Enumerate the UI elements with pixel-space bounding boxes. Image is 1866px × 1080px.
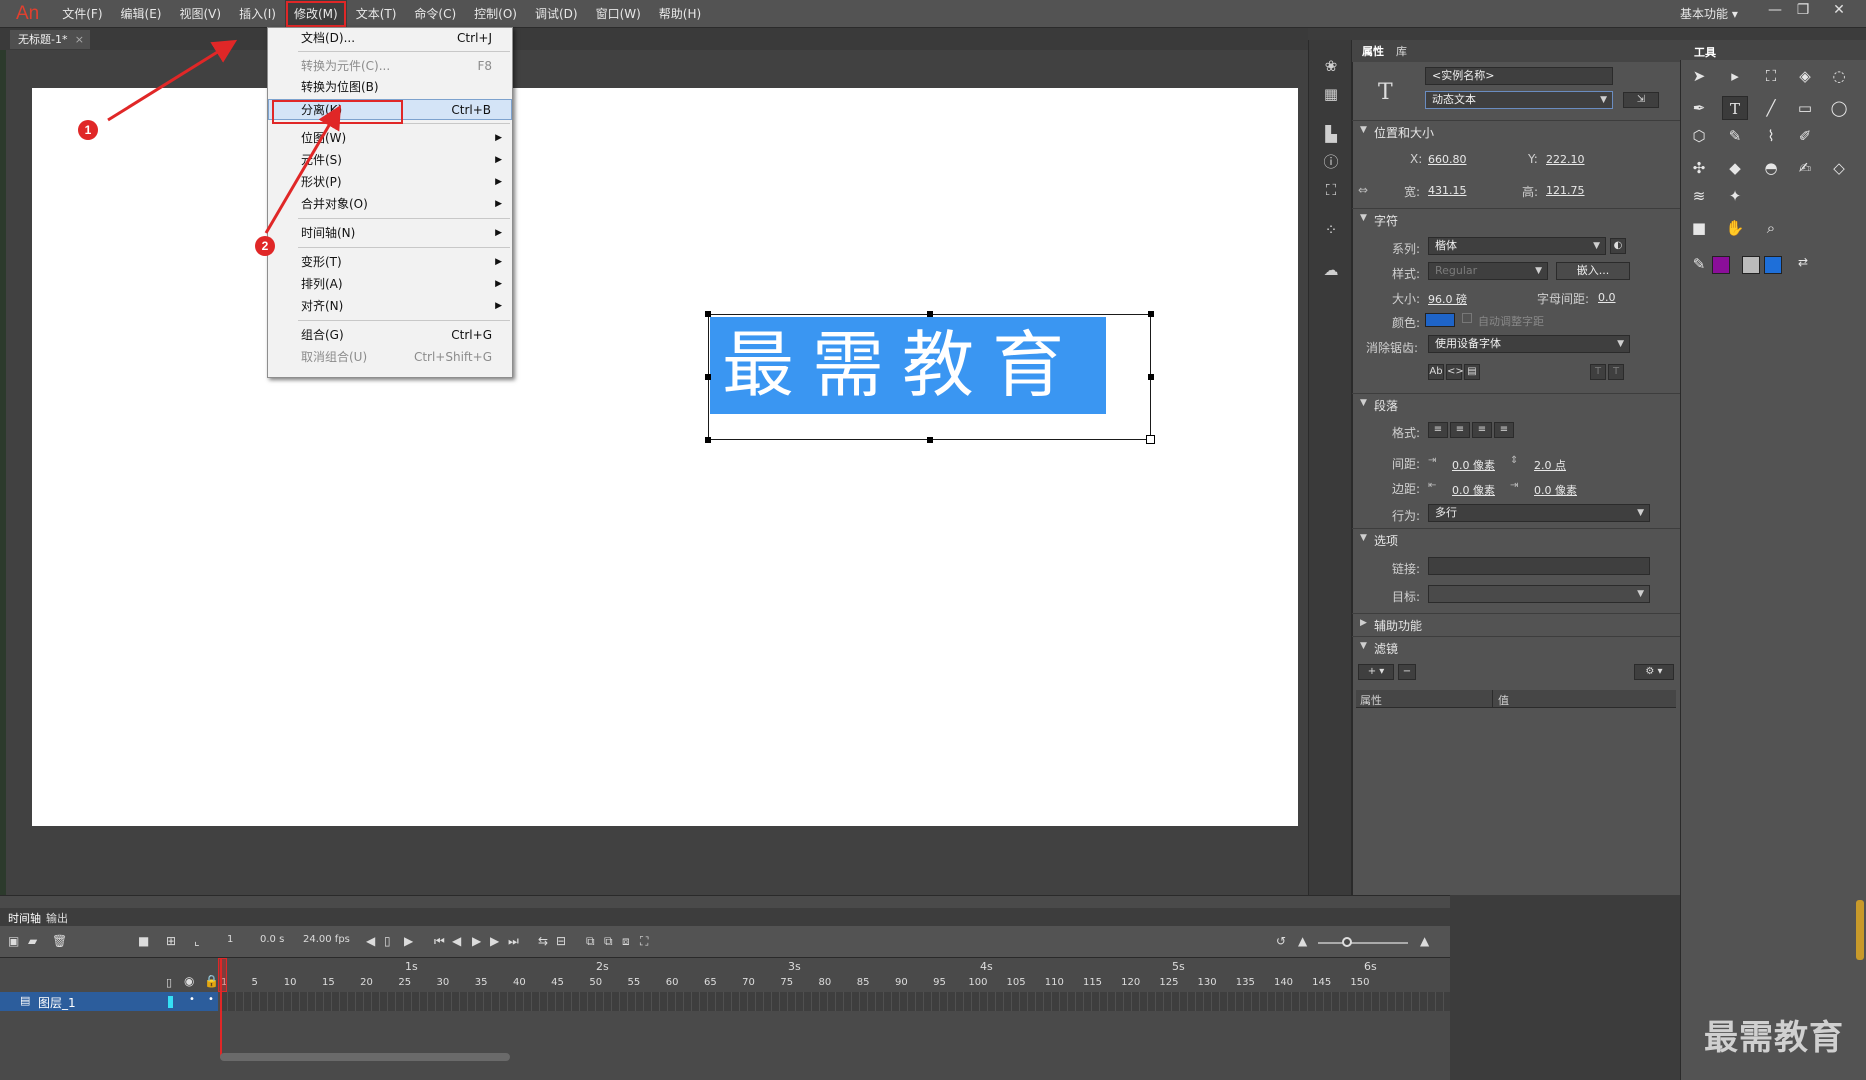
delete-layer-icon[interactable]: 🗑 xyxy=(52,934,67,948)
frame-number-label: 45 xyxy=(551,977,564,988)
fps-value[interactable]: 24.00 fps xyxy=(303,934,350,945)
new-folder-icon[interactable]: ▰ xyxy=(28,934,37,948)
layer-visible-dot[interactable]: • xyxy=(189,994,195,1005)
next-keyframe-icon[interactable]: ▶ xyxy=(404,934,413,948)
tab-timeline[interactable]: 时间轴 xyxy=(8,910,41,926)
frame-number-label: 15 xyxy=(321,977,335,988)
timeline-tab-bar xyxy=(0,908,1450,926)
parent-view-icon[interactable]: ⊞ xyxy=(166,934,176,948)
frame-number-label: 50 xyxy=(589,977,603,988)
ruler-seconds: 1s xyxy=(405,960,418,973)
annotation-badge-2: 2 xyxy=(255,236,275,256)
frame-number-label: 30 xyxy=(436,977,450,988)
watermark-text: 最需教育 xyxy=(1704,1018,1844,1058)
step-forward-icon[interactable]: ▶ xyxy=(490,934,499,948)
frame-number-label: 25 xyxy=(398,977,412,988)
visibility-eye-icon[interactable]: ◉ xyxy=(184,974,194,988)
onion-range-icon[interactable]: ⛶ xyxy=(640,934,648,949)
frame-number-label: 70 xyxy=(742,977,755,988)
frame-number-label: 115 xyxy=(1082,977,1103,988)
center-frame-icon[interactable]: ⊟ xyxy=(556,934,566,948)
annotation-arrow-2 xyxy=(264,104,342,234)
camera-icon[interactable]: ■ xyxy=(138,934,149,948)
tab-output[interactable]: 输出 xyxy=(46,910,68,926)
layer-row[interactable] xyxy=(0,992,218,1011)
zoom-slider-thumb[interactable] xyxy=(1342,937,1352,947)
frame-number-label: 60 xyxy=(665,977,679,988)
layer-type-icon: ▤ xyxy=(20,994,31,1007)
ruler-seconds: 4s xyxy=(980,960,993,973)
frame-number-label: 150 xyxy=(1350,977,1370,988)
add-keyframe-icon[interactable]: ▯ xyxy=(384,934,391,948)
frame-number-label: 125 xyxy=(1159,977,1179,988)
frame-number-label: 130 xyxy=(1197,977,1217,988)
edit-multiple-icon[interactable]: ⧈ xyxy=(622,934,630,949)
current-time-value[interactable]: 0.0 s xyxy=(260,934,284,945)
frame-number-label: 80 xyxy=(818,977,832,988)
ruler-seconds: 5s xyxy=(1172,960,1185,973)
ruler-seconds: 6s xyxy=(1364,960,1377,973)
frame-number-label: 20 xyxy=(360,977,373,988)
lock-icon[interactable]: 🔒 xyxy=(204,974,219,988)
annotation-arrow-1 xyxy=(107,39,238,122)
frame-number-label: 110 xyxy=(1044,977,1064,988)
animate-app-window: { "app": {"logo": "An", "workspace": "基本… xyxy=(0,0,1866,1080)
frame-number-label: 95 xyxy=(933,977,946,988)
step-back-icon[interactable]: ◀ xyxy=(452,934,461,948)
frame-number-label: 75 xyxy=(780,977,794,988)
zoom-slider-track[interactable] xyxy=(1318,942,1408,944)
current-frame-value[interactable]: 1 xyxy=(227,934,233,945)
new-layer-icon[interactable]: ▣ xyxy=(8,934,19,948)
frame-number-label: 35 xyxy=(474,977,488,988)
frame-number-label: 65 xyxy=(703,977,717,988)
frame-number-label: 100 xyxy=(968,977,988,988)
frame-number-label: 120 xyxy=(1121,977,1141,988)
onion-outline-icon[interactable]: ⧉ xyxy=(604,934,613,949)
go-to-last-icon[interactable]: ⏭ xyxy=(508,934,519,949)
frame-number-label: 55 xyxy=(627,977,641,988)
zoom-out-icon[interactable]: ▲ xyxy=(1298,934,1307,948)
frame-number-label: 140 xyxy=(1273,977,1294,988)
prev-keyframe-icon[interactable]: ◀ xyxy=(366,934,375,948)
play-icon[interactable]: ▶ xyxy=(472,934,481,948)
frame-number-label: 90 xyxy=(894,977,908,988)
playhead-line[interactable] xyxy=(220,958,222,1058)
layer-frames[interactable] xyxy=(220,992,1450,1011)
frame-number-label: 135 xyxy=(1235,977,1255,988)
layer-color-marker[interactable] xyxy=(168,996,173,1008)
loop-icon[interactable]: ⇆ xyxy=(538,934,548,948)
annotation-badge-1: 1 xyxy=(78,120,98,140)
frame-number-label: 5 xyxy=(251,977,258,988)
frame-number-label: 105 xyxy=(1006,977,1026,988)
frame-number-label: 10 xyxy=(283,977,297,988)
layer-name[interactable]: 图层_1 xyxy=(38,994,76,1011)
graph-icon[interactable]: ⌞ xyxy=(194,934,200,948)
reset-zoom-icon[interactable]: ↺ xyxy=(1276,934,1286,948)
layer-lock-dot[interactable]: • xyxy=(208,994,214,1005)
frame-number-label: 85 xyxy=(856,977,870,988)
ruler-seconds: 3s xyxy=(788,960,801,973)
timeline-scrollbar[interactable] xyxy=(220,1053,510,1061)
show-all-icon[interactable]: ▯ xyxy=(166,976,172,989)
ruler-seconds: 2s xyxy=(596,960,609,973)
onion-skin-icon[interactable]: ⧉ xyxy=(586,934,595,949)
timeline-toolbar xyxy=(0,926,1450,958)
frame-number-label: 40 xyxy=(512,977,526,988)
frame-number-label: 145 xyxy=(1312,977,1332,988)
zoom-in-icon[interactable]: ▲ xyxy=(1420,934,1429,948)
go-to-first-icon[interactable]: ⏮ xyxy=(434,934,445,949)
